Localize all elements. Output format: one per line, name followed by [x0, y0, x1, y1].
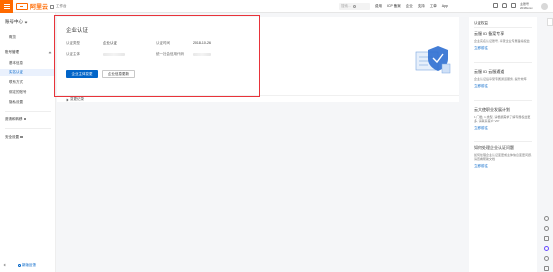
- divider: [474, 141, 532, 142]
- divider: [474, 100, 532, 101]
- change-record-label: 变更记录: [70, 97, 84, 101]
- benefit-link[interactable]: 立即前往: [474, 46, 532, 51]
- divider: [474, 62, 532, 63]
- collapse-sidebar-icon[interactable]: [3, 263, 7, 267]
- nav-ticket[interactable]: 工单: [430, 4, 437, 9]
- logo[interactable]: 阿里云: [16, 2, 48, 11]
- benefit-card: 云服 ID 云服通道 企业认证后享受专属通道服务, 提升效率 立即前往: [474, 69, 532, 89]
- side-tab[interactable]: [547, 18, 553, 26]
- verification-illustration: [415, 46, 451, 74]
- nav-app[interactable]: App: [442, 4, 448, 9]
- benefit-card: 云服 ID 备案专享 企业实名认证账号, 享受企业专属备案权益 立即前往: [474, 31, 532, 51]
- external-link-icon: [20, 135, 23, 139]
- document-icon[interactable]: [543, 236, 549, 241]
- sidebar-item-linked-accounts[interactable]: 绑定的账号: [9, 90, 27, 95]
- account-info[interactable]: 主账号 2018xxxx: [520, 2, 533, 10]
- sidebar-title[interactable]: 账号中心: [5, 19, 28, 25]
- assistant-icon[interactable]: [543, 246, 549, 251]
- search-placeholder: 搜索...: [341, 4, 351, 8]
- divider: [474, 27, 532, 28]
- top-bar: 阿里云 工作台 搜索... 费用 ICP 备案 企业 支持 工单 App 主账号…: [0, 0, 553, 13]
- gear-icon[interactable]: [543, 216, 549, 221]
- change-record-toggle[interactable]: 变更记录: [65, 97, 84, 102]
- avatar[interactable]: [541, 3, 548, 10]
- benefit-desc: 1 门槛, 1 类型, 请根据需求了解专属权益更多, 请联系客户 VIP: [474, 115, 531, 124]
- bell-icon[interactable]: [502, 3, 507, 8]
- sidebar-item-verification[interactable]: 实名认证: [0, 69, 55, 76]
- chevron-up-icon: [48, 51, 52, 55]
- workspace-link[interactable]: 工作台: [50, 3, 67, 10]
- benefit-desc: 企业认证后享受专属通道服务, 提升效率: [474, 77, 527, 81]
- logo-text: 阿里云: [30, 4, 49, 11]
- sidebar-divider: [5, 128, 51, 129]
- search-input[interactable]: 搜索...: [339, 3, 370, 10]
- nav-icp[interactable]: ICP 备案: [387, 4, 401, 9]
- feedback-link[interactable]: 新版反馈: [18, 263, 36, 268]
- sidebar-item-invite[interactable]: 邀请和转移: [5, 117, 26, 122]
- benefits-panel: 认证权益 云服 ID 备案专享 企业实名认证账号, 享受企业专属备案权益 立即前…: [469, 17, 537, 272]
- search-icon: [352, 5, 356, 8]
- benefit-card: 如何处理企业认证问题 如何处理企业认证变更或主体信息变更问题, 请查看帮助文档 …: [474, 145, 532, 169]
- nav-support[interactable]: 支持: [418, 4, 425, 9]
- sidebar-item-overview[interactable]: 概览: [9, 35, 16, 40]
- nav-enterprise[interactable]: 企业: [406, 4, 413, 9]
- sidebar-item-invite-label: 邀请和转移: [5, 117, 23, 121]
- benefits-title: 认证权益: [474, 21, 488, 25]
- benefit-heading: 如何处理企业认证问题: [474, 145, 514, 150]
- menu-icon[interactable]: [0, 0, 13, 13]
- benefit-link[interactable]: 立即前往: [474, 126, 532, 131]
- grid-icon[interactable]: [543, 266, 549, 271]
- benefit-card: 云大使职业发展计划 1 门槛, 1 类型, 请根据需求了解专属权益更多, 请联系…: [474, 107, 532, 131]
- top-icons: [493, 3, 516, 8]
- benefit-link[interactable]: 立即前往: [474, 164, 532, 169]
- benefit-heading: 云服 ID 备案专享: [474, 31, 505, 36]
- benefit-desc: 如何处理企业认证变更或主体信息变更问题, 请查看帮助文档: [474, 153, 532, 162]
- floating-toolbar: [541, 216, 551, 271]
- benefit-heading: 云大使职业发展计划: [474, 107, 510, 112]
- sidebar-title-text: 账号中心: [5, 19, 23, 24]
- feedback-label: 新版反馈: [22, 263, 36, 267]
- sidebar-divider: [5, 111, 51, 112]
- top-nav: 费用 ICP 备案 企业 支持 工单 App: [375, 4, 448, 9]
- external-link-icon: [23, 117, 26, 121]
- nav-fees[interactable]: 费用: [375, 4, 382, 9]
- benefit-heading: 云服 ID 云服通道: [474, 69, 505, 74]
- chevron-down-icon: [24, 20, 28, 23]
- cart-icon[interactable]: [511, 3, 516, 8]
- sidebar-item-contact[interactable]: 联系方式: [9, 80, 23, 85]
- highlight-box: [54, 15, 260, 97]
- benefit-link[interactable]: 立即前往: [474, 84, 532, 89]
- cloud-shell-icon[interactable]: [493, 3, 498, 8]
- sidebar-item-security[interactable]: 安全设置: [5, 135, 23, 140]
- benefit-desc: 企业实名认证账号, 享受企业专属备案权益: [474, 39, 530, 43]
- workspace-label: 工作台: [56, 4, 67, 8]
- aliyun-logo-icon: [16, 3, 28, 10]
- chat-icon[interactable]: [543, 256, 549, 261]
- home-icon: [50, 4, 54, 9]
- account-id: 2018xxxx: [520, 6, 533, 10]
- sidebar-group-account[interactable]: 账号管理: [5, 50, 19, 55]
- sidebar: 账号中心 概览 账号管理 基本信息 实名认证 联系方式 绑定的账号 隐私设置 邀…: [0, 13, 56, 272]
- help-icon[interactable]: [543, 226, 549, 231]
- feedback-icon: [18, 264, 21, 267]
- chevron-right-icon: [65, 98, 69, 101]
- sidebar-item-privacy[interactable]: 隐私设置: [9, 100, 23, 105]
- sidebar-item-basic-info[interactable]: 基本信息: [9, 61, 23, 66]
- sidebar-item-security-label: 安全设置: [5, 135, 19, 139]
